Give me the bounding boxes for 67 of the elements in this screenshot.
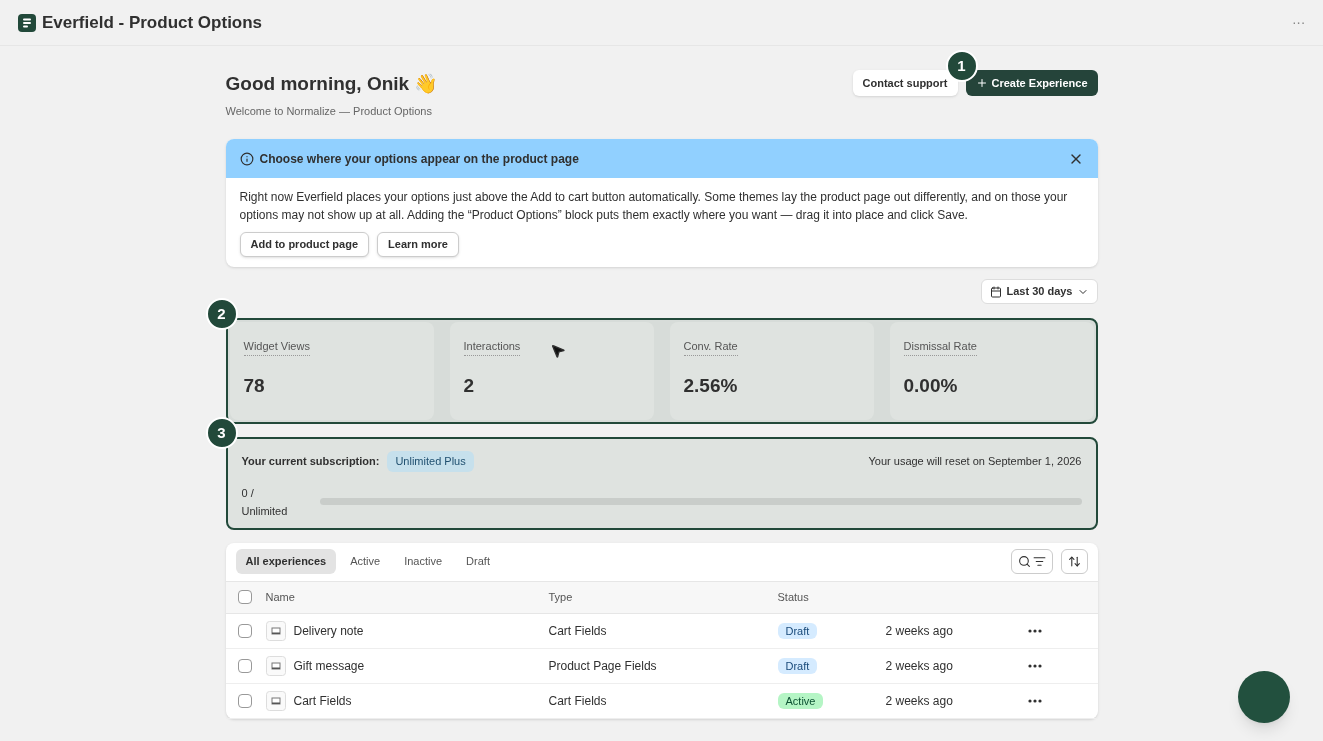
filter-tab[interactable]: Inactive xyxy=(394,549,453,574)
usage-text: 0 / Unlimited xyxy=(241,485,289,519)
create-experience-button[interactable]: Create Experience xyxy=(965,70,1098,96)
add-to-product-page-button[interactable]: Add to product page xyxy=(239,232,370,257)
experience-name: Gift message xyxy=(293,657,365,675)
contact-support-button[interactable]: Contact support xyxy=(852,70,958,96)
thumbnail-icon xyxy=(265,690,286,711)
window-title: Everfield - Product Options xyxy=(42,11,263,34)
greeting-heading: Good morning, Onik 👋 xyxy=(225,72,439,96)
row-actions-button[interactable] xyxy=(1027,698,1042,703)
banner-text: Right now Everfield places your options just above the Add to cart button automatically. Some themes lay the product page out differently, and on those your options may not show up at all. Adding the “Product Options” block puts them exactly where you want — drag it into place and click Save. xyxy=(239,189,1069,224)
filter-tab[interactable]: Draft xyxy=(456,549,500,574)
status-badge: Draft xyxy=(777,657,818,674)
sort-arrows-icon xyxy=(1067,555,1081,568)
plan-badge: Unlimited Plus xyxy=(387,451,474,472)
info-icon xyxy=(239,151,254,166)
metric-value: 2 xyxy=(463,373,476,398)
metric-label: Conv. Rate xyxy=(683,338,738,356)
filter-tab[interactable]: Active xyxy=(340,549,391,574)
step-marker: 2 xyxy=(205,298,238,330)
updated-time: 2 weeks ago xyxy=(885,657,954,675)
mouse-cursor-icon xyxy=(550,343,566,359)
metric-label: Dismissal Rate xyxy=(903,338,977,356)
status-badge: Draft xyxy=(777,622,818,639)
subscription-label: Your current subscription: xyxy=(241,454,380,469)
ellipsis-icon xyxy=(1027,628,1042,633)
learn-more-button[interactable]: Learn more xyxy=(377,232,459,257)
chat-button[interactable] xyxy=(1238,671,1290,723)
search-icon xyxy=(1017,555,1031,568)
updated-time: 2 weeks ago xyxy=(885,622,954,640)
step-marker: 3 xyxy=(205,417,238,449)
metric-label: Interactions xyxy=(463,338,521,356)
filter-icon xyxy=(1032,555,1046,568)
experience-type: Cart Fields xyxy=(548,692,608,710)
thumbnail-icon xyxy=(265,620,286,641)
thumbnail-icon xyxy=(265,655,286,676)
app-logo-icon xyxy=(18,13,36,32)
sort-button[interactable] xyxy=(1060,549,1088,574)
calendar-icon xyxy=(990,285,1003,298)
ellipsis-icon xyxy=(1027,663,1042,668)
filter-tab[interactable]: All experiences xyxy=(235,549,337,574)
row-checkbox[interactable] xyxy=(237,693,252,708)
experience-type: Cart Fields xyxy=(548,622,608,640)
column-header: Type xyxy=(548,589,574,605)
select-all-checkbox[interactable] xyxy=(237,590,252,604)
experience-name: Cart Fields xyxy=(293,692,352,710)
row-checkbox[interactable] xyxy=(237,658,252,673)
experience-name: Delivery note xyxy=(293,622,364,640)
search-filter-button[interactable] xyxy=(1010,549,1053,574)
row-actions-button[interactable] xyxy=(1027,663,1042,668)
metric-value: 2.56% xyxy=(683,373,739,398)
row-actions-button[interactable] xyxy=(1027,628,1042,633)
experience-type: Product Page Fields xyxy=(548,657,658,675)
reset-note: Your usage will reset on September 1, 2026 xyxy=(868,454,1082,469)
greeting-subtitle: Welcome to Normalize — Product Options xyxy=(225,103,433,119)
plus-icon xyxy=(975,77,988,89)
date-range-button[interactable]: Last 30 days xyxy=(981,279,1098,304)
column-header: Name xyxy=(265,589,296,605)
metric-label: Widget Views xyxy=(243,338,310,356)
banner-title: Choose where your options appear on the product page xyxy=(259,150,579,168)
row-checkbox[interactable] xyxy=(237,623,252,638)
status-badge: Active xyxy=(777,692,824,709)
metric-value: 0.00% xyxy=(903,373,959,398)
metric-value: 78 xyxy=(243,373,266,398)
column-header: Status xyxy=(777,589,810,605)
updated-time: 2 weeks ago xyxy=(885,692,954,710)
ellipsis-icon xyxy=(1027,698,1042,703)
